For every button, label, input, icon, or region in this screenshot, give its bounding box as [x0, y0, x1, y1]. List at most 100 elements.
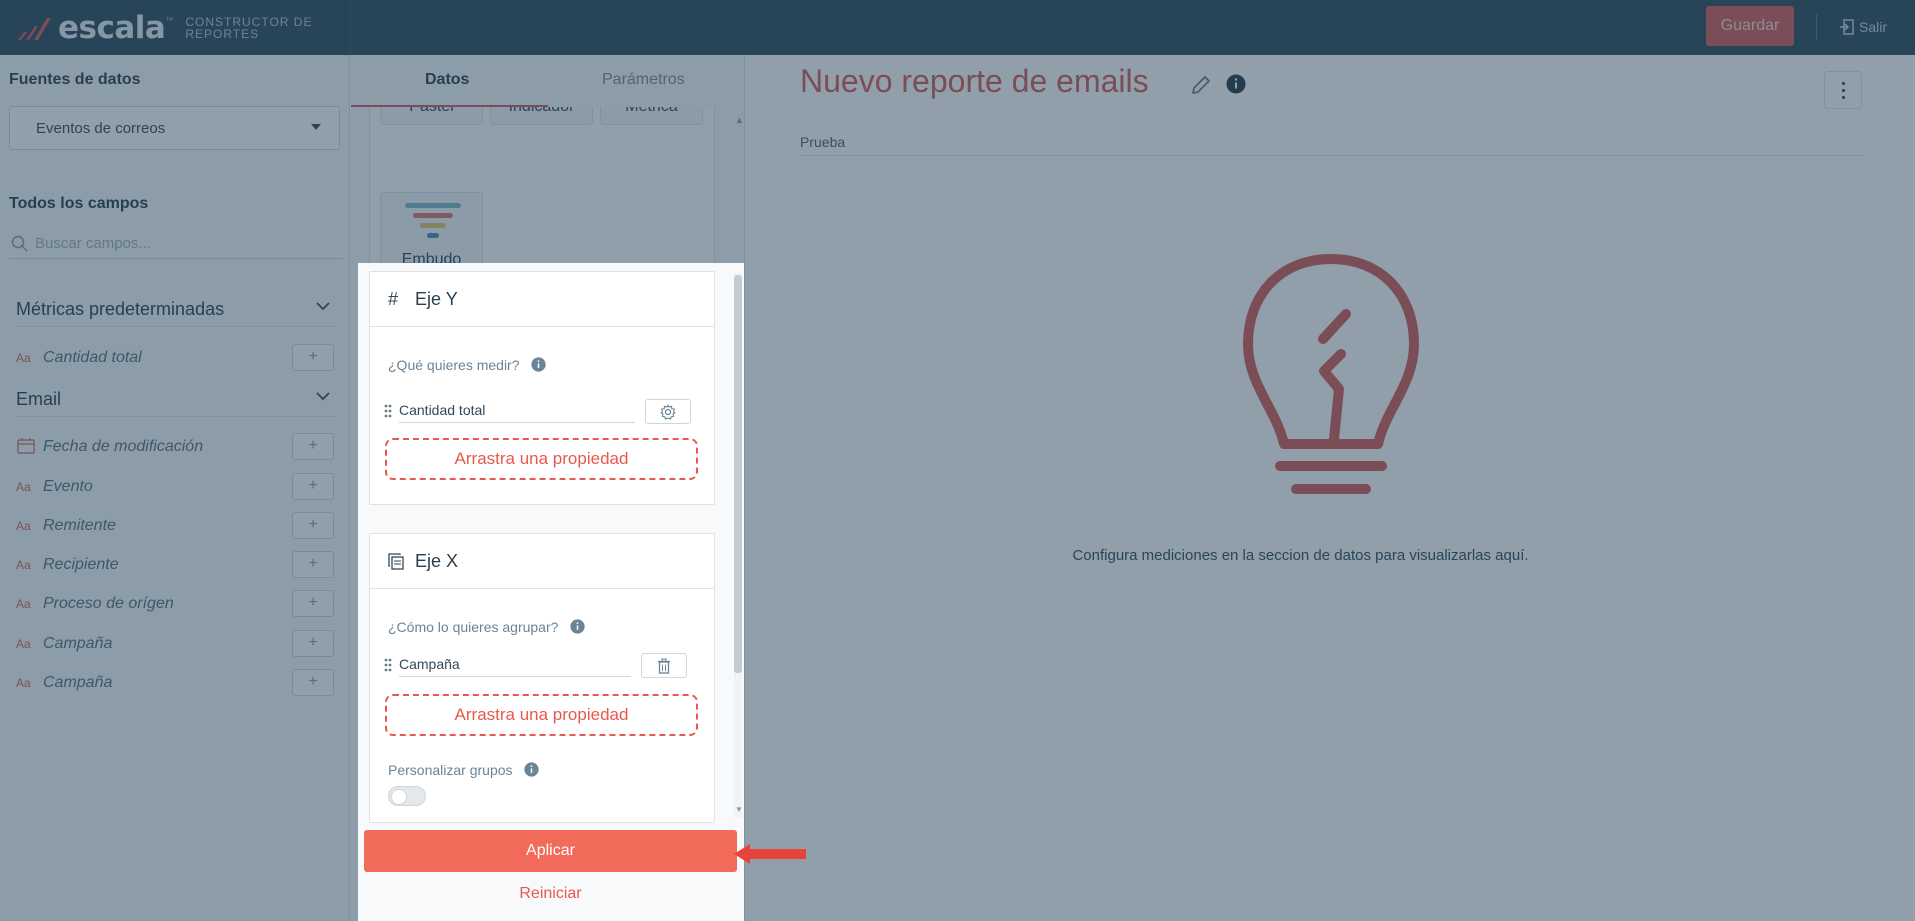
field-name: Recipiente: [43, 556, 119, 573]
x-axis-title: Eje X: [415, 551, 459, 571]
info-icon[interactable]: [524, 762, 540, 777]
y-axis-question-text: ¿Qué quieres medir?: [388, 357, 520, 373]
dot: [1842, 82, 1845, 85]
property-settings-button[interactable]: [645, 399, 691, 424]
dot: [1842, 89, 1845, 92]
scroll-down-arrow-icon[interactable]: ▼: [735, 805, 743, 814]
y-axis-property[interactable]: Cantidad total: [399, 402, 635, 423]
report-subtitle[interactable]: Prueba: [800, 134, 845, 150]
section-label: Métricas predeterminadas: [16, 299, 225, 319]
tab-parameters[interactable]: Parámetros: [602, 71, 685, 89]
tab-data[interactable]: Datos: [425, 71, 469, 89]
text-type-icon: Aa: [16, 351, 31, 365]
topbar-separator: [1816, 14, 1817, 40]
hash-icon: #: [388, 289, 399, 309]
info-icon[interactable]: [1226, 74, 1246, 94]
axis-config-panel: # Eje Y ¿Qué quieres medir? Cantidad tot…: [358, 263, 744, 921]
section-label: Email: [16, 389, 62, 409]
section-email[interactable]: Email: [16, 385, 334, 417]
chart-type-metric[interactable]: Métrica: [600, 107, 703, 125]
dot: [1842, 96, 1845, 99]
subtitle-divider: [800, 155, 1862, 156]
add-field-button[interactable]: +: [292, 630, 334, 657]
field-name: Cantidad total: [43, 349, 142, 366]
field-search: [9, 231, 343, 259]
exit-label: Salir: [1859, 19, 1888, 35]
reset-link[interactable]: Reiniciar: [364, 885, 737, 903]
field-name: Evento: [43, 478, 93, 495]
data-source-select[interactable]: Eventos de correos: [9, 106, 340, 150]
field-row: Aa Recipiente +: [16, 550, 334, 580]
search-fields-input[interactable]: [35, 235, 335, 252]
add-field-button[interactable]: +: [292, 433, 334, 460]
fields-sidebar: Fuentes de datos Eventos de correos Todo…: [0, 55, 350, 921]
field-row: Aa Cantidad total +: [16, 343, 334, 373]
brand-name: escala: [58, 10, 166, 46]
field-row: Aa Proceso de orígen +: [16, 589, 334, 619]
caret-down-icon: [311, 124, 321, 130]
custom-groups-text: Personalizar grupos: [388, 762, 513, 778]
search-icon: [11, 235, 28, 252]
x-axis-card: Eje X ¿Cómo lo quieres agrupar? Campaña …: [369, 533, 715, 823]
drag-handle-icon[interactable]: [384, 658, 392, 672]
gear-icon: [660, 404, 676, 420]
x-axis-dropzone[interactable]: Arrastra una propiedad: [385, 694, 698, 736]
y-axis-card: # Eje Y ¿Qué quieres medir? Cantidad tot…: [369, 271, 715, 505]
field-name: Fecha de modificación: [43, 438, 204, 455]
add-field-button[interactable]: +: [292, 669, 334, 696]
more-options-button[interactable]: [1824, 71, 1862, 109]
app-subtitle: CONSTRUCTOR DE REPORTES: [185, 16, 325, 40]
field-name: Campaña: [43, 674, 113, 691]
save-button[interactable]: Guardar: [1706, 6, 1794, 46]
y-axis-title: Eje Y: [415, 289, 458, 309]
apply-button[interactable]: Aplicar: [364, 830, 737, 872]
data-sources-title: Fuentes de datos: [9, 71, 141, 88]
text-type-icon: Aa: [16, 637, 31, 651]
y-axis-question: ¿Qué quieres medir?: [388, 357, 547, 373]
exit-icon: [1840, 19, 1854, 35]
custom-groups-label: Personalizar grupos: [388, 762, 540, 778]
app-subtitle-line2: REPORTES: [185, 27, 260, 41]
field-row: Fecha de modificación +: [16, 432, 334, 462]
add-field-button[interactable]: +: [292, 551, 334, 578]
report-canvas: Nuevo reporte de emails Prueba Configura…: [746, 55, 1915, 921]
empty-state-message: Configura mediciones en la seccion de da…: [746, 547, 1915, 564]
custom-groups-toggle[interactable]: [388, 786, 426, 806]
chart-type-pie[interactable]: Pastel: [380, 107, 483, 125]
pointer-arrow-icon: [734, 844, 806, 864]
drag-handle-icon[interactable]: [384, 404, 392, 418]
report-title[interactable]: Nuevo reporte de emails: [800, 63, 1149, 100]
chevron-down-icon: [316, 302, 330, 311]
scroll-up-arrow-icon[interactable]: ▲: [735, 115, 744, 125]
text-type-icon: Aa: [16, 519, 31, 533]
exit-button[interactable]: Salir: [1840, 16, 1887, 38]
x-axis-property[interactable]: Campaña: [399, 656, 631, 677]
text-type-icon: Aa: [16, 558, 31, 572]
remove-property-button[interactable]: [641, 653, 687, 678]
topbar-divider: [350, 0, 351, 55]
add-field-button[interactable]: +: [292, 512, 334, 539]
chart-type-indicator[interactable]: Indicador: [490, 107, 593, 125]
section-default-metrics[interactable]: Métricas predeterminadas: [16, 295, 334, 327]
calendar-icon: [17, 438, 35, 454]
y-axis-header: # Eje Y: [370, 272, 714, 327]
text-type-icon: Aa: [16, 597, 31, 611]
add-field-button[interactable]: +: [292, 590, 334, 617]
chart-type-funnel[interactable]: Embudo: [380, 192, 483, 272]
chevron-down-icon: [316, 392, 330, 401]
x-axis-question: ¿Cómo lo quieres agrupar?: [388, 619, 585, 635]
pencil-edit-icon[interactable]: [1189, 73, 1213, 97]
escala-logo: escala ™ CONSTRUCTOR DE REPORTES: [16, 10, 325, 46]
field-row: Aa Evento +: [16, 472, 334, 502]
info-icon[interactable]: [570, 619, 585, 634]
lightbulb-icon: [1243, 254, 1419, 494]
y-axis-dropzone[interactable]: Arrastra una propiedad: [385, 438, 698, 480]
add-field-button[interactable]: +: [292, 344, 334, 371]
info-icon[interactable]: [531, 357, 547, 372]
top-bar: escala ™ CONSTRUCTOR DE REPORTES Guardar…: [0, 0, 1915, 55]
funnel-chart-icon: [405, 203, 461, 238]
add-field-button[interactable]: +: [292, 473, 334, 500]
x-axis-header: Eje X: [370, 534, 714, 589]
all-fields-title: Todos los campos: [9, 195, 149, 212]
scrollbar-thumb[interactable]: [734, 275, 742, 673]
